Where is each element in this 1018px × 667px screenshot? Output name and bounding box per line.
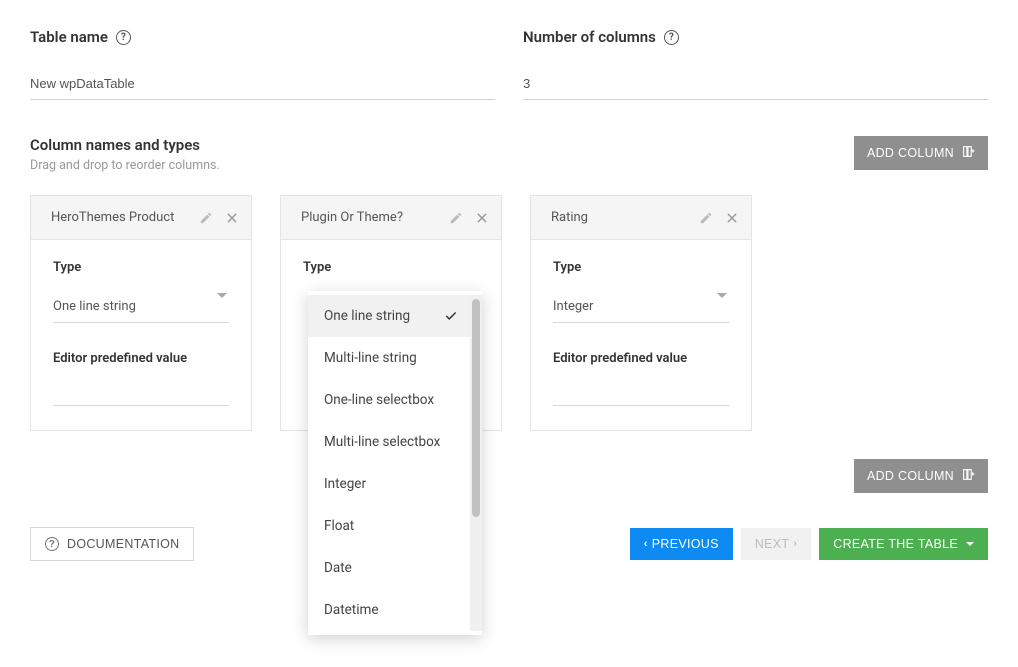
add-column-label: ADD COLUMN bbox=[867, 146, 954, 160]
chevron-right-icon: › bbox=[793, 538, 797, 550]
type-select[interactable]: One line string bbox=[53, 289, 229, 323]
edit-icon[interactable] bbox=[699, 211, 713, 225]
table-name-field: Table name ? bbox=[30, 28, 519, 100]
predefined-input[interactable] bbox=[53, 386, 229, 406]
predefined-label: Editor predefined value bbox=[53, 351, 229, 366]
help-icon[interactable]: ? bbox=[664, 30, 679, 45]
chevron-left-icon: ‹ bbox=[644, 538, 648, 550]
dropdown-option-label: Integer bbox=[324, 476, 366, 492]
help-icon[interactable]: ? bbox=[116, 30, 131, 45]
column-header: Plugin Or Theme? bbox=[281, 196, 501, 240]
dropdown-option[interactable]: Float bbox=[308, 505, 482, 547]
create-table-label: CREATE THE TABLE bbox=[833, 537, 958, 551]
chevron-down-icon bbox=[717, 293, 727, 298]
column-card[interactable]: Rating Type Integer Editor predefined va… bbox=[530, 195, 752, 431]
type-value: Integer bbox=[553, 299, 593, 314]
documentation-button[interactable]: ? DOCUMENTATION bbox=[30, 527, 194, 561]
num-columns-label-text: Number of columns bbox=[523, 28, 656, 46]
type-label: Type bbox=[53, 260, 229, 275]
dropdown-option-label: One-line selectbox bbox=[324, 392, 434, 408]
add-column-button[interactable]: ADD COLUMN bbox=[854, 459, 988, 493]
scrollbar-track[interactable] bbox=[470, 295, 482, 631]
table-name-label: Table name ? bbox=[30, 28, 495, 46]
table-name-label-text: Table name bbox=[30, 28, 108, 46]
predefined-label: Editor predefined value bbox=[553, 351, 729, 366]
help-icon: ? bbox=[45, 537, 59, 551]
add-column-button[interactable]: ADD COLUMN bbox=[854, 136, 988, 170]
next-button: NEXT › bbox=[741, 528, 812, 560]
dropdown-option[interactable]: Datetime bbox=[308, 589, 482, 631]
type-dropdown[interactable]: One line string Multi-line string One-li… bbox=[308, 291, 482, 635]
dropdown-option-label: Multi-line string bbox=[324, 350, 417, 366]
dropdown-option-label: Datetime bbox=[324, 602, 378, 618]
num-columns-input[interactable] bbox=[523, 72, 988, 100]
column-body: Type One line string Editor predefined v… bbox=[31, 240, 251, 430]
type-label: Type bbox=[553, 260, 729, 275]
section-header-text: Column names and types Drag and drop to … bbox=[30, 136, 220, 173]
dropdown-option-label: One line string bbox=[324, 308, 410, 324]
section-header: Column names and types Drag and drop to … bbox=[30, 136, 988, 173]
dropdown-option-label: Float bbox=[324, 518, 354, 534]
type-label: Type bbox=[303, 260, 479, 275]
column-name[interactable]: Plugin Or Theme? bbox=[301, 210, 449, 225]
add-column-label: ADD COLUMN bbox=[867, 469, 954, 483]
column-name[interactable]: Rating bbox=[551, 210, 699, 225]
close-icon[interactable] bbox=[225, 211, 239, 225]
dropdown-scroll[interactable]: One line string Multi-line string One-li… bbox=[308, 295, 482, 631]
top-fields: Table name ? Number of columns ? bbox=[30, 28, 988, 100]
bottom-add-row: ADD COLUMN bbox=[30, 459, 988, 493]
columns-container: HeroThemes Product Type One line string … bbox=[30, 195, 988, 431]
dropdown-option[interactable]: Multi-line string bbox=[308, 337, 482, 379]
edit-icon[interactable] bbox=[449, 211, 463, 225]
columns-icon bbox=[962, 145, 975, 161]
create-table-button[interactable]: CREATE THE TABLE bbox=[819, 528, 988, 560]
num-columns-field: Number of columns ? bbox=[519, 28, 988, 100]
documentation-label: DOCUMENTATION bbox=[67, 537, 179, 551]
column-actions bbox=[699, 211, 739, 225]
edit-icon[interactable] bbox=[199, 211, 213, 225]
column-actions bbox=[449, 211, 489, 225]
chevron-down-icon bbox=[217, 293, 227, 298]
close-icon[interactable] bbox=[475, 211, 489, 225]
dropdown-option[interactable]: Multi-line selectbox bbox=[308, 421, 482, 463]
next-label: NEXT bbox=[755, 537, 790, 551]
chevron-down-icon bbox=[966, 542, 974, 546]
previous-button[interactable]: ‹ PREVIOUS bbox=[630, 528, 733, 560]
columns-icon bbox=[962, 468, 975, 484]
previous-label: PREVIOUS bbox=[652, 537, 719, 551]
dropdown-option[interactable]: One line string bbox=[308, 295, 482, 337]
close-icon[interactable] bbox=[725, 211, 739, 225]
column-body: Type Integer Editor predefined value bbox=[531, 240, 751, 430]
section-subtitle: Drag and drop to reorder columns. bbox=[30, 158, 220, 173]
column-name[interactable]: HeroThemes Product bbox=[51, 210, 199, 225]
check-icon bbox=[444, 309, 458, 323]
scrollbar-thumb[interactable] bbox=[472, 299, 480, 517]
section-title: Column names and types bbox=[30, 136, 220, 154]
column-actions bbox=[199, 211, 239, 225]
dropdown-option-label: Date bbox=[324, 560, 352, 576]
column-card[interactable]: HeroThemes Product Type One line string … bbox=[30, 195, 252, 431]
dropdown-option-label: Multi-line selectbox bbox=[324, 434, 440, 450]
type-value: One line string bbox=[53, 299, 136, 314]
column-header: Rating bbox=[531, 196, 751, 240]
column-header: HeroThemes Product bbox=[31, 196, 251, 240]
dropdown-option[interactable]: Integer bbox=[308, 463, 482, 505]
table-name-input[interactable] bbox=[30, 72, 495, 100]
dropdown-option[interactable]: One-line selectbox bbox=[308, 379, 482, 421]
footer-right: ‹ PREVIOUS NEXT › CREATE THE TABLE bbox=[630, 528, 988, 560]
type-select[interactable]: Integer bbox=[553, 289, 729, 323]
num-columns-label: Number of columns ? bbox=[523, 28, 988, 46]
footer: ? DOCUMENTATION ‹ PREVIOUS NEXT › CREATE… bbox=[30, 527, 988, 561]
predefined-input[interactable] bbox=[553, 386, 729, 406]
dropdown-option[interactable]: Date bbox=[308, 547, 482, 589]
